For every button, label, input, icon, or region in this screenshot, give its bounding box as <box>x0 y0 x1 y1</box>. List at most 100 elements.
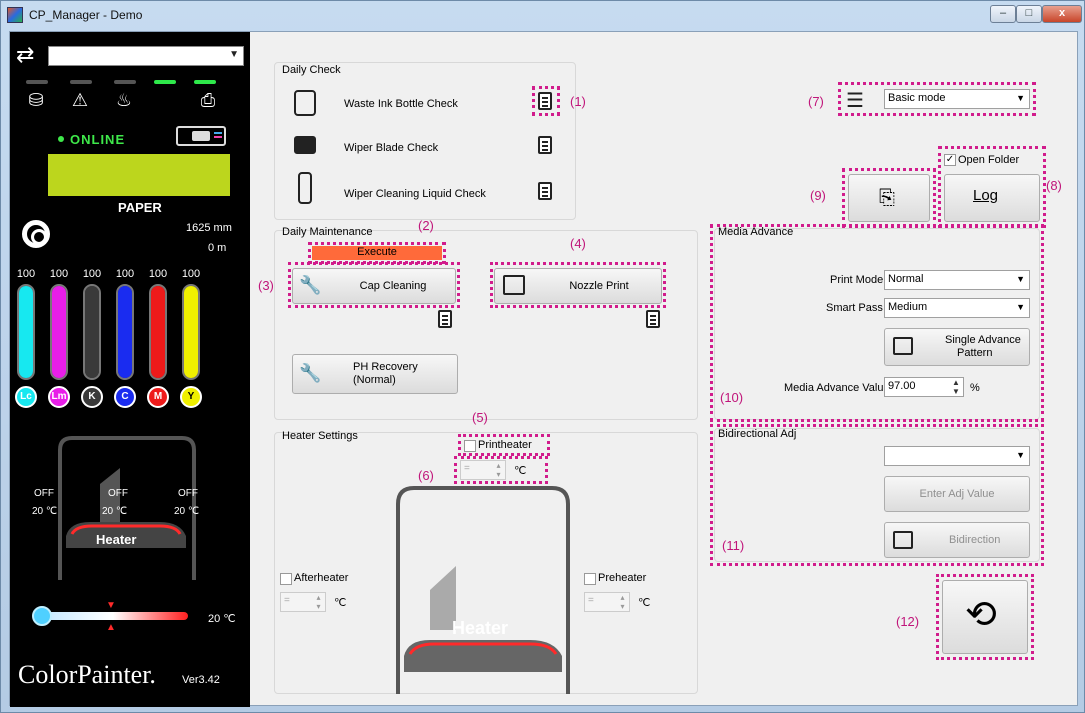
nozzle-print-button[interactable]: Nozzle Print <box>494 268 662 304</box>
cap-cleaning-button[interactable]: 🔧 Cap Cleaning <box>292 268 456 304</box>
execute-status: Execute <box>312 246 442 260</box>
ink-label-k: K <box>81 386 103 408</box>
callout-5-label: (5) <box>472 410 488 425</box>
lcd-display <box>48 154 230 196</box>
waste-bottle-icon <box>294 90 316 116</box>
status-led <box>154 80 176 84</box>
chevron-down-icon: ▼ <box>1016 274 1025 284</box>
printheater-label: Printheater <box>478 439 532 451</box>
print-mode-label: Print Mode <box>830 274 884 286</box>
callout-1 <box>532 86 560 116</box>
ink-value-lm: 100 <box>49 268 69 280</box>
ink-label-lm: Lm <box>48 386 70 408</box>
printer-select[interactable]: ▼ <box>48 46 244 66</box>
current-temperature: 20 ℃ <box>208 613 236 625</box>
refresh-button[interactable]: ⟲ <box>942 580 1028 654</box>
app-window: CP_Manager - Demo – □ x ⇄ ▼ ⛁ ⚠ ♨ ⎙ ONLI… <box>0 0 1085 713</box>
ink-label-m: M <box>147 386 169 408</box>
enter-adj-value-button[interactable]: Enter Adj Value <box>884 476 1030 512</box>
cap-cleaning-doc-icon[interactable] <box>438 310 452 328</box>
ink-value-k: 100 <box>82 268 102 280</box>
wrench-icon: 🔧 <box>299 363 322 383</box>
ink-value-y: 100 <box>181 268 201 280</box>
preheater-status: OFF <box>178 488 198 499</box>
smart-pass-value: Medium <box>888 301 928 313</box>
afterheater-status: OFF <box>34 488 54 499</box>
brand-logo: ColorPainter. <box>18 660 156 689</box>
afterheater-checkbox[interactable] <box>280 573 292 585</box>
chevron-down-icon: ▼ <box>1016 93 1025 103</box>
cartridge-icon <box>176 126 226 146</box>
paper-label: PAPER <box>118 200 162 215</box>
print-pattern-icon <box>503 275 525 295</box>
preheater-checkbox[interactable] <box>584 573 596 585</box>
preheater-temp-input[interactable]: = <box>584 592 630 612</box>
log-button[interactable]: Log <box>944 174 1040 222</box>
printheater-temp-input[interactable]: = <box>460 460 506 480</box>
temperature-knob <box>32 606 52 626</box>
enter-adj-value-label: Enter Adj Value <box>919 488 995 500</box>
heater-settings-title: Heater Settings <box>282 430 358 442</box>
refresh-icon: ⟲ <box>965 594 997 636</box>
close-button[interactable]: x <box>1042 5 1082 23</box>
copy-settings-button[interactable]: ⎘ <box>848 174 930 222</box>
bidirection-label: Bidirection <box>949 534 1001 546</box>
chevron-down-icon: ▼ <box>1016 450 1025 460</box>
callout-4-label: (4) <box>570 236 586 251</box>
ink-bar-k <box>83 284 101 380</box>
current-marker-icon: ▲ <box>106 622 116 633</box>
app-icon <box>7 7 23 23</box>
ink-label-y: Y <box>180 386 202 408</box>
ink-value-lc: 100 <box>16 268 36 280</box>
media-length-m: 0 m <box>208 242 227 254</box>
wiper-blade-icon <box>294 136 316 154</box>
ink-value-c: 100 <box>115 268 135 280</box>
waste-bottle-icon: ♨ <box>115 90 133 110</box>
callout-2-label: (2) <box>418 218 434 233</box>
log-label: Log <box>973 187 999 204</box>
callout-10-label: (10) <box>720 390 744 405</box>
ph-recovery-button[interactable]: 🔧 PH Recovery (Normal) <box>292 354 458 394</box>
media-length-mm: 1625 mm <box>186 222 232 234</box>
afterheater-temp-input[interactable]: = <box>280 592 326 612</box>
spinner-icon[interactable]: ▲ ▼ <box>952 378 960 396</box>
open-folder-label: Open Folder <box>958 154 1020 166</box>
printheater-temp: 20 ℃ <box>102 506 128 517</box>
open-folder-checkbox[interactable]: ✓ <box>944 154 956 166</box>
waste-ink-check-label: Waste Ink Bottle Check <box>344 98 458 110</box>
printheater-checkbox[interactable] <box>464 440 476 452</box>
mode-select[interactable]: Basic mode ▼ <box>884 89 1030 109</box>
heater-settings-diagram-icon <box>396 486 570 694</box>
ink-bar-c <box>116 284 134 380</box>
wiper-blade-doc-icon[interactable] <box>538 136 552 154</box>
bidirection-button[interactable]: Bidirection <box>884 522 1030 558</box>
media-advance-unit: % <box>970 382 980 394</box>
ph-recovery-mode: (Normal) <box>353 374 396 386</box>
switch-printer-icon[interactable]: ⇄ <box>16 42 34 68</box>
daily-check-title: Daily Check <box>282 64 341 76</box>
target-marker-icon: ▼ <box>106 600 116 611</box>
nozzle-print-doc-icon[interactable] <box>646 310 660 328</box>
preheater-unit: ℃ <box>638 597 651 609</box>
callout-3-label: (3) <box>258 278 274 293</box>
print-pattern-icon <box>893 531 913 549</box>
smart-pass-label: Smart Pass <box>826 302 883 314</box>
ink-label-c: C <box>114 386 136 408</box>
heater-diagram-label: Heater <box>452 618 509 638</box>
single-advance-pattern-label: Pattern <box>957 347 993 359</box>
minimize-button[interactable]: – <box>990 5 1016 23</box>
callout-12-label: (12) <box>896 614 920 629</box>
bidirectional-select[interactable]: ▼ <box>884 446 1030 466</box>
print-mode-select[interactable]: Normal ▼ <box>884 270 1030 290</box>
status-led <box>70 80 92 84</box>
nozzle-print-label: Nozzle Print <box>569 280 629 292</box>
chevron-down-icon: ▼ <box>1016 302 1025 312</box>
smart-pass-select[interactable]: Medium ▼ <box>884 298 1030 318</box>
heater-outline-icon <box>58 436 196 580</box>
maximize-button[interactable]: □ <box>1016 5 1042 23</box>
ink-value-m: 100 <box>148 268 168 280</box>
wiper-liquid-check-label: Wiper Cleaning Liquid Check <box>344 188 486 200</box>
single-advance-pattern-button[interactable]: Single Advance Pattern <box>884 328 1030 366</box>
status-led <box>114 80 136 84</box>
wiper-liquid-doc-icon[interactable] <box>538 182 552 200</box>
